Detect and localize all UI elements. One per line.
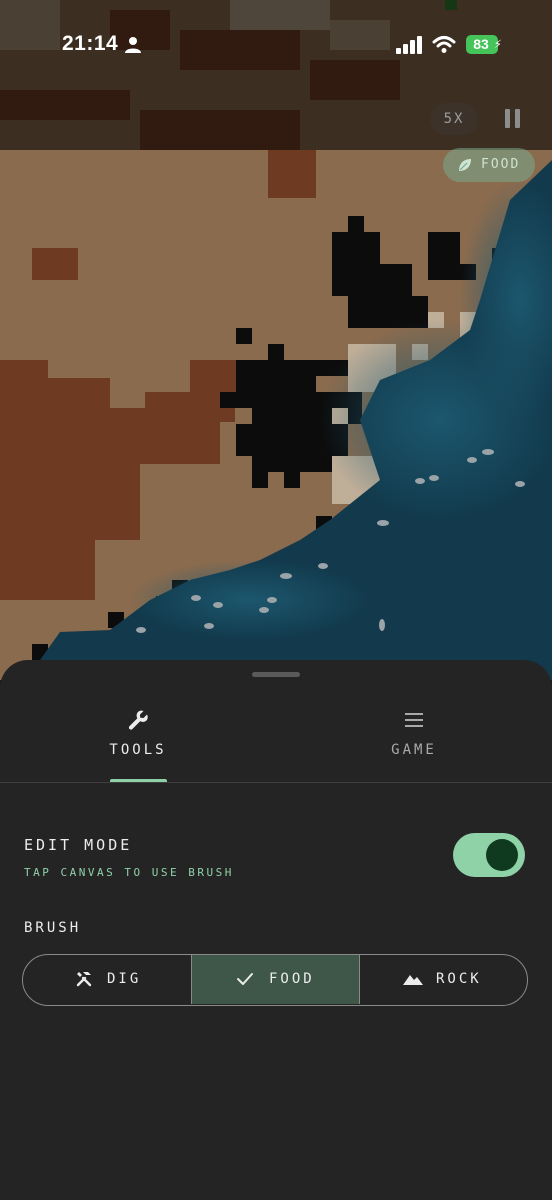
brush-segmented-control: DIG FOOD ROCK	[22, 954, 528, 1006]
status-bar: 21:14 83 ⚡	[0, 0, 552, 90]
tab-game-label: GAME	[391, 742, 437, 758]
speed-button[interactable]: 5X	[430, 103, 478, 135]
person-icon	[125, 37, 141, 53]
tools-icon	[76, 972, 92, 987]
battery-indicator: 83 ⚡	[466, 35, 502, 54]
edit-mode-subtitle: TAP CANVAS TO USE BRUSH	[24, 866, 234, 879]
brush-rock-button[interactable]: ROCK	[360, 955, 527, 1004]
mountain-icon	[403, 975, 423, 985]
toggle-knob	[486, 839, 518, 871]
signal-icon	[396, 36, 422, 54]
sheet-drag-handle[interactable]	[252, 672, 300, 677]
brush-indicator-chip: FOOD	[443, 148, 535, 182]
brush-food-button[interactable]: FOOD	[191, 955, 360, 1004]
pause-icon	[505, 109, 510, 128]
brush-food-label: FOOD	[269, 971, 315, 987]
menu-icon	[405, 713, 423, 727]
edit-mode-toggle[interactable]	[453, 833, 525, 877]
game-canvas[interactable]	[0, 0, 552, 680]
brush-dig-button[interactable]: DIG	[23, 955, 191, 1004]
status-time: 21:14	[62, 32, 119, 55]
brush-indicator-label: FOOD	[481, 157, 521, 172]
bottom-sheet: TOOLS GAME EDIT MODE TAP CANVAS TO USE B…	[0, 660, 552, 1200]
leaf-icon	[459, 159, 471, 171]
wifi-icon	[432, 36, 456, 53]
tabs-divider	[0, 782, 552, 783]
pause-button[interactable]	[500, 106, 526, 132]
check-icon	[237, 973, 253, 985]
battery-level: 83	[473, 36, 489, 52]
tab-game[interactable]: GAME	[334, 700, 494, 770]
brush-rock-label: ROCK	[436, 971, 482, 987]
brush-dig-label: DIG	[107, 971, 142, 987]
pixel-terrain	[0, 0, 552, 680]
edit-mode-title: EDIT MODE	[24, 836, 133, 854]
wrench-icon	[128, 710, 148, 730]
tab-tools[interactable]: TOOLS	[58, 700, 218, 770]
brush-section-title: BRUSH	[24, 920, 82, 936]
charging-bolt-icon: ⚡	[494, 37, 502, 52]
tab-tools-label: TOOLS	[109, 742, 167, 758]
